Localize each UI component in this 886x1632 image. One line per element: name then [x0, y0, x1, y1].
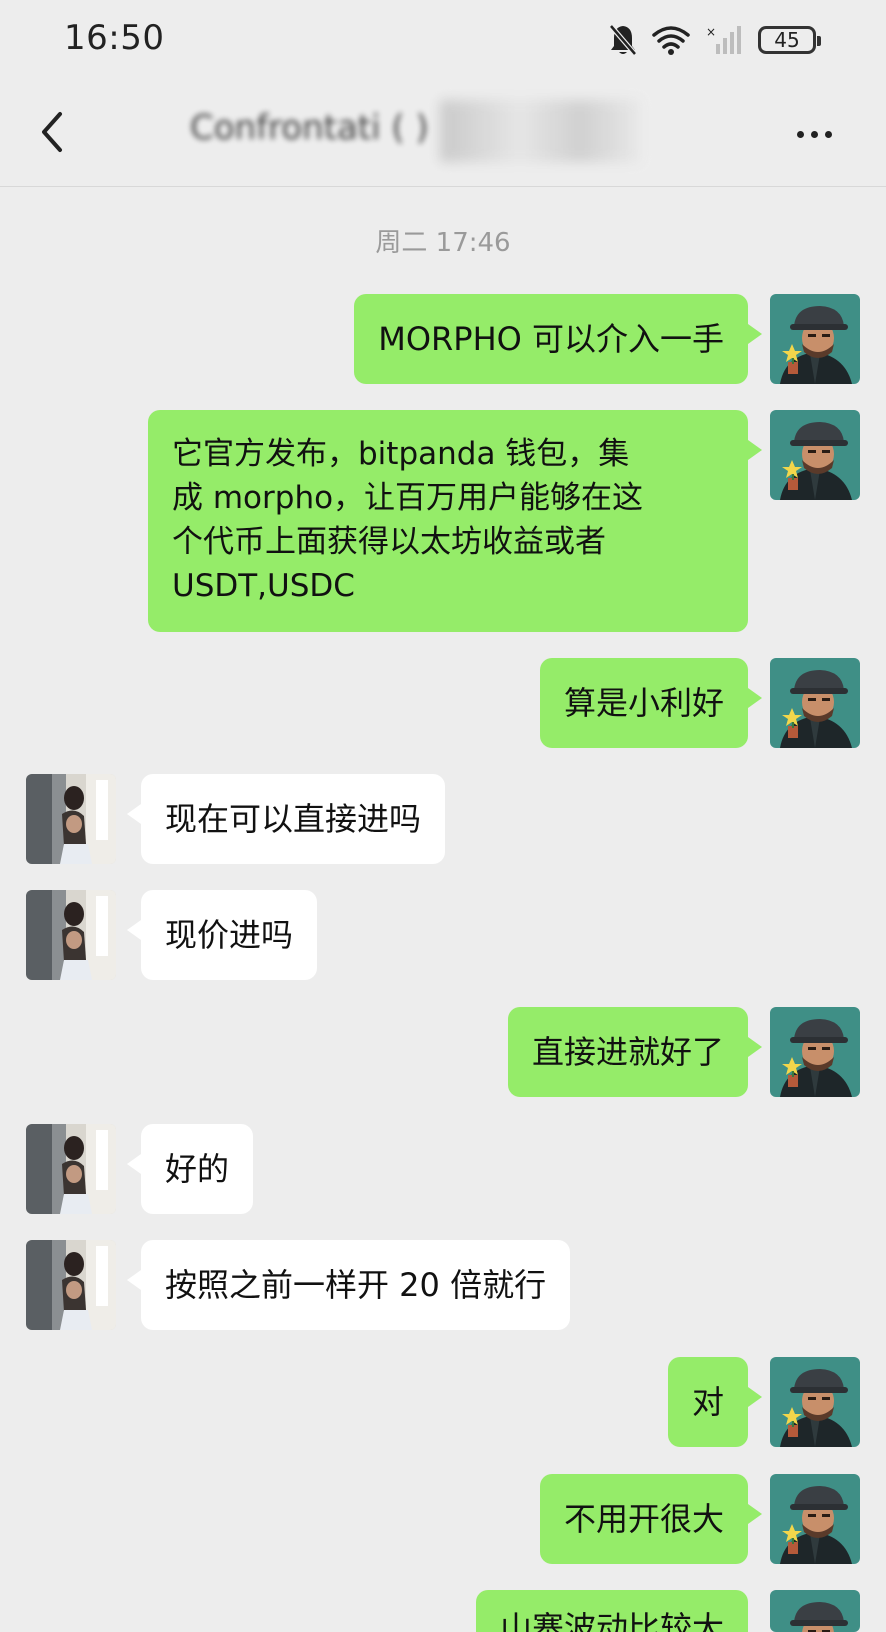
contact-message-bubble[interactable]: 现在可以直接进吗: [126, 774, 446, 864]
wifi-icon: [652, 26, 690, 55]
chat-title-area: Confrontati ( ): [190, 100, 670, 162]
my-message-bubble[interactable]: 它官方发布，bitpanda 钱包，集 成 morpho，让百万用户能够在这 个…: [148, 410, 762, 632]
status-bar: 16:50 × 45: [0, 0, 886, 80]
contact-avatar[interactable]: [26, 1240, 116, 1330]
status-icons: × 45: [608, 20, 821, 60]
contact-avatar[interactable]: [26, 1124, 116, 1214]
back-button[interactable]: [24, 102, 80, 162]
svg-text:×: ×: [706, 25, 716, 39]
more-button[interactable]: [782, 104, 846, 164]
my-avatar[interactable]: [770, 1007, 860, 1097]
my-avatar[interactable]: [770, 1474, 860, 1564]
redaction-blur: [440, 100, 640, 162]
my-message-bubble[interactable]: 不用开很大: [539, 1474, 763, 1564]
my-message-bubble[interactable]: 算是小利好: [539, 658, 763, 748]
signal-icon: ×: [706, 25, 741, 54]
my-message-bubble[interactable]: MORPHO 可以介入一手: [354, 294, 762, 384]
contact-avatar[interactable]: [26, 774, 116, 864]
my-avatar[interactable]: [770, 658, 860, 748]
message-timestamp: 周二 17:46: [375, 228, 511, 258]
more-dots-icon: [796, 130, 804, 138]
my-avatar[interactable]: [770, 1357, 860, 1447]
status-time: 16:50: [64, 18, 165, 58]
battery-icon: 45: [758, 26, 821, 54]
chevron-left-icon: [42, 112, 62, 152]
my-message-bubble[interactable]: 直接进就好了: [507, 1007, 763, 1097]
contact-avatar[interactable]: [26, 890, 116, 980]
contact-message-bubble[interactable]: 好的: [126, 1124, 254, 1214]
more-dots-icon: [810, 130, 818, 138]
my-message-bubble[interactable]: 对: [667, 1357, 763, 1447]
my-avatar[interactable]: [770, 294, 860, 384]
contact-message-bubble[interactable]: 按照之前一样开 20 倍就行: [126, 1240, 571, 1330]
bell-muted-icon: [609, 24, 637, 56]
contact-message-bubble[interactable]: 现价进吗: [126, 890, 318, 980]
my-avatar[interactable]: [770, 1590, 860, 1632]
chat-header: Confrontati ( ): [0, 80, 886, 187]
battery-level: 45: [774, 28, 800, 52]
more-dots-icon: [824, 130, 832, 138]
my-avatar[interactable]: [770, 410, 860, 500]
my-message-bubble[interactable]: 山寨波动比较大: [475, 1590, 748, 1632]
